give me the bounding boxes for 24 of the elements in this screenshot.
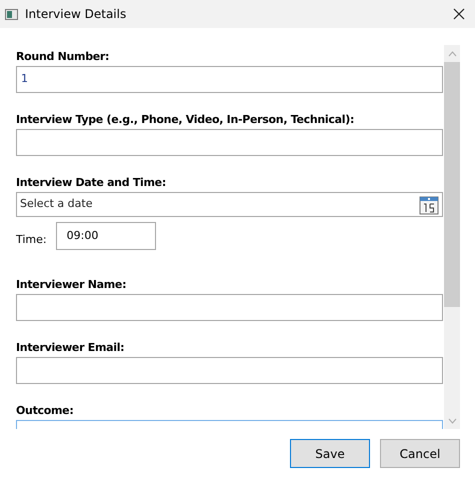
date-picker[interactable]: Select a date <box>16 192 443 217</box>
date-placeholder: Select a date <box>20 196 94 212</box>
dialog-button[interactable]: Save <box>290 439 370 468</box>
window-title: Interview Details <box>25 6 126 23</box>
input-field[interactable] <box>16 129 443 156</box>
dialog-button[interactable]: Cancel <box>380 439 460 468</box>
field-label: Interview Type (e.g., Phone, Video, In-Person, Technical): <box>16 113 356 127</box>
field-label: Round Number: <box>16 50 110 64</box>
scroll-up-icon[interactable] <box>448 50 456 56</box>
time-field[interactable]: 09:00 <box>56 222 156 250</box>
scroll-down-icon[interactable] <box>448 418 456 424</box>
scrollbar[interactable] <box>444 45 460 429</box>
field-label: Outcome: <box>16 404 74 418</box>
field-label: Interview Date and Time: <box>16 176 167 190</box>
close-icon <box>453 8 465 20</box>
input-field[interactable] <box>16 357 443 384</box>
scroll-thumb[interactable] <box>444 62 460 307</box>
input-field[interactable] <box>16 294 443 321</box>
field-label: Interviewer Email: <box>16 341 126 355</box>
field-label: Interviewer Name: <box>16 278 128 292</box>
time-label: Time: <box>16 232 47 248</box>
input-field[interactable]: 1 <box>16 66 443 93</box>
app-icon <box>5 8 18 20</box>
calendar-icon[interactable] <box>419 194 439 214</box>
